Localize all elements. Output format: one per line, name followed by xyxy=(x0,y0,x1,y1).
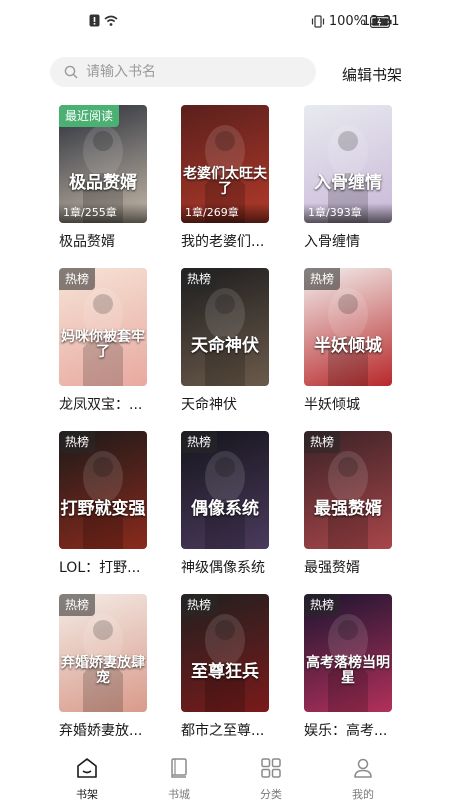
edit-shelf-button[interactable]: 编辑书架 xyxy=(342,64,402,85)
search-box[interactable] xyxy=(50,57,316,87)
cover-title-text: 极品赘婿 xyxy=(69,173,137,193)
book-title[interactable]: 最强赘婿 xyxy=(304,557,360,577)
hot-badge: 热榜 xyxy=(59,268,96,290)
reading-progress: 1章/255章 xyxy=(59,203,147,223)
cover-title-text: 入骨缠情 xyxy=(314,173,382,193)
search-icon xyxy=(64,65,78,79)
cover-title-text: 打野就变强 xyxy=(60,499,146,519)
hot-badge: 热榜 xyxy=(181,431,218,453)
nav-category-label: 分类 xyxy=(260,788,282,800)
cover-title-text: 高考落榜当明星 xyxy=(306,655,390,686)
book-cover[interactable]: 老婆们太旺夫了 1章/269章 xyxy=(181,105,269,223)
book-title[interactable]: 都市之至尊... xyxy=(181,720,264,740)
book-title[interactable]: 入骨缠情 xyxy=(304,231,360,251)
grid-icon xyxy=(261,758,281,778)
book-cover[interactable]: 弃婚娇妻放肆宠 热榜 xyxy=(59,594,147,712)
book-title[interactable]: 极品赘婿 xyxy=(59,231,115,251)
recent-read-badge: 最近阅读 xyxy=(59,105,120,127)
book-cover[interactable]: 高考落榜当明星 热榜 xyxy=(304,594,392,712)
book-title[interactable]: 弃婚娇妻放... xyxy=(59,720,142,740)
hot-badge: 热榜 xyxy=(304,431,341,453)
status-time: 13:31 xyxy=(362,14,400,29)
book-title[interactable]: LOL：打野... xyxy=(59,557,140,577)
hot-badge: 热榜 xyxy=(59,594,96,616)
cover-title-text: 至尊狂兵 xyxy=(191,662,259,682)
nav-bookstore[interactable]: 书城 xyxy=(157,756,201,800)
wifi-icon xyxy=(104,15,118,26)
hot-badge: 热榜 xyxy=(304,594,341,616)
status-bar: 100% 13:31 xyxy=(0,0,450,44)
book-cover[interactable]: 妈咪你被套牢了 热榜 xyxy=(59,268,147,386)
book-cover[interactable]: 入骨缠情 1章/393章 xyxy=(304,105,392,223)
reading-progress: 1章/269章 xyxy=(181,203,269,223)
cover-title-text: 妈咪你被套牢了 xyxy=(61,329,145,360)
book-cover[interactable]: 天命神伏 热榜 xyxy=(181,268,269,386)
alert-icon xyxy=(89,14,100,27)
book-title[interactable]: 神级偶像系统 xyxy=(181,557,265,577)
battery-percent: 100% xyxy=(328,14,366,29)
hot-badge: 热榜 xyxy=(181,268,218,290)
book-cover[interactable]: 极品赘婿 最近阅读 1章/255章 xyxy=(59,105,147,223)
book-cover[interactable]: 打野就变强 热榜 xyxy=(59,431,147,549)
cover-title-text: 天命神伏 xyxy=(191,336,259,356)
cover-title-text: 最强赘婿 xyxy=(314,499,382,519)
status-left-icons xyxy=(89,14,118,27)
hot-badge: 热榜 xyxy=(181,594,218,616)
nav-profile[interactable]: 我的 xyxy=(341,756,385,800)
book-title[interactable]: 半妖倾城 xyxy=(304,394,360,414)
book-title[interactable]: 天命神伏 xyxy=(181,394,237,414)
person-icon xyxy=(354,758,372,778)
bookshelf-icon xyxy=(77,758,97,778)
nav-category[interactable]: 分类 xyxy=(249,756,293,800)
vibrate-icon xyxy=(311,15,324,28)
nav-bookstore-label: 书城 xyxy=(168,788,190,800)
book-cover[interactable]: 最强赘婿 热榜 xyxy=(304,431,392,549)
cover-title-text: 弃婚娇妻放肆宠 xyxy=(61,655,145,686)
book-icon xyxy=(171,758,187,778)
nav-bookshelf[interactable]: 书架 xyxy=(65,756,109,800)
book-title[interactable]: 娱乐：高考... xyxy=(304,720,387,740)
search-input[interactable] xyxy=(86,64,286,80)
nav-bookshelf-label: 书架 xyxy=(76,788,98,800)
hot-badge: 热榜 xyxy=(304,268,341,290)
bottom-nav: 书架 书城 分类 我的 xyxy=(0,748,450,800)
book-cover[interactable]: 至尊狂兵 热榜 xyxy=(181,594,269,712)
reading-progress: 1章/393章 xyxy=(304,203,392,223)
book-title[interactable]: 龙凤双宝：... xyxy=(59,394,142,414)
book-title[interactable]: 我的老婆们... xyxy=(181,231,264,251)
nav-profile-label: 我的 xyxy=(352,788,374,800)
cover-title-text: 半妖倾城 xyxy=(314,336,382,356)
cover-title-text: 老婆们太旺夫了 xyxy=(183,166,267,197)
book-cover[interactable]: 偶像系统 热榜 xyxy=(181,431,269,549)
book-cover[interactable]: 半妖倾城 热榜 xyxy=(304,268,392,386)
cover-title-text: 偶像系统 xyxy=(191,499,259,519)
hot-badge: 热榜 xyxy=(59,431,96,453)
